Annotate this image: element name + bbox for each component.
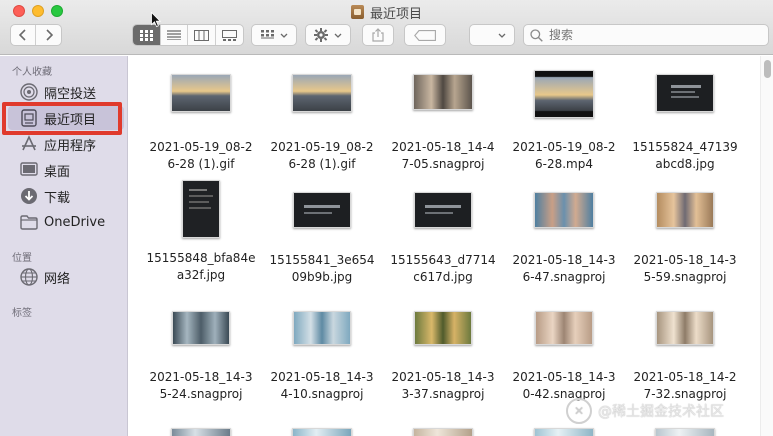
title-bar: 最近项目: [0, 0, 773, 55]
file-item[interactable]: 2021-05-18_14-34-10.snagproj: [267, 311, 377, 403]
file-item[interactable]: 2021-05-18_14-30-42.snagproj: [509, 311, 619, 403]
tag-icon: [414, 29, 436, 41]
search-icon: [530, 28, 543, 42]
gear-icon: [314, 28, 328, 42]
vertical-scrollbar[interactable]: [760, 56, 773, 436]
file-thumbnail: [414, 311, 472, 345]
file-thumbnail: [535, 311, 593, 345]
search-field[interactable]: [523, 24, 769, 46]
chevron-right-icon: [45, 29, 53, 41]
search-input[interactable]: [549, 28, 749, 42]
file-thumbnail: [171, 428, 231, 436]
folder-icon: [20, 213, 38, 231]
sidebar-item-onedrive[interactable]: OneDrive: [8, 210, 124, 234]
file-item[interactable]: 15155841_3e65409b9b.jpg: [267, 192, 377, 286]
file-thumbnail: [656, 192, 714, 228]
view-mode-selector: [132, 24, 244, 46]
file-thumbnail: [413, 74, 473, 110]
file-item[interactable]: 2021-05-19_08-26-28 (1).gif: [267, 74, 377, 173]
file-item[interactable]: 15155824_47139abcd8.jpg: [630, 74, 740, 173]
sidebar-item-downloads[interactable]: 下载: [8, 184, 124, 208]
file-thumbnail: [171, 74, 231, 112]
forward-button[interactable]: [36, 25, 61, 45]
file-thumbnail: [293, 192, 351, 228]
edit-tags-button[interactable]: [404, 24, 446, 46]
file-icon-grid: 2021-05-19_08-26-28 (1).gif 2021-05-19_0…: [129, 56, 759, 436]
file-item[interactable]: 15155848_bfa84ea32f.jpg: [146, 180, 256, 284]
sidebar-section-favorites: 个人收藏: [12, 67, 52, 78]
file-item[interactable]: 15155643_d7714c617d.jpg: [388, 192, 498, 286]
file-item[interactable]: 2021-05-18_14-27-32.snagproj: [630, 311, 740, 403]
downloads-icon: [20, 187, 38, 205]
chevron-down-icon: [280, 33, 287, 38]
desktop-icon: [20, 161, 38, 179]
file-thumbnail: [182, 180, 220, 238]
finder-window: 最近项目 搜索 个人收藏 隔空投送 最近项目 应用程序 桌面 下载 OneDri…: [0, 0, 773, 436]
back-button[interactable]: [11, 25, 37, 45]
applications-icon: [20, 135, 38, 153]
chevron-left-icon: [19, 29, 26, 41]
file-thumbnail: [414, 192, 472, 228]
file-item[interactable]: 2021-05-19_08-26-28.mp4: [509, 70, 619, 173]
sidebar-item-desktop[interactable]: 桌面: [8, 158, 124, 182]
file-thumbnail: [172, 311, 230, 345]
list-view-button[interactable]: [161, 25, 188, 45]
path-dropdown-button[interactable]: [469, 24, 515, 46]
icon-view-button[interactable]: [133, 25, 161, 45]
scrollbar-thumb[interactable]: [764, 60, 771, 78]
network-icon: [20, 268, 38, 286]
watermark: ✕ @稀土掘金技术社区: [566, 398, 724, 424]
share-button[interactable]: [362, 24, 394, 46]
file-thumbnail: [293, 311, 351, 345]
file-thumbnail: [656, 311, 714, 345]
action-menu-button[interactable]: [305, 24, 351, 46]
group-by-button[interactable]: [251, 24, 297, 46]
file-thumbnail: [655, 428, 715, 436]
gallery-icon: [221, 29, 237, 41]
annotation-highlight-box: [2, 102, 122, 135]
sidebar-section-tags: 标签: [12, 308, 32, 319]
sidebar-item-airdrop[interactable]: 隔空投送: [8, 80, 124, 104]
file-thumbnail: [656, 74, 714, 112]
sidebar-item-applications[interactable]: 应用程序: [8, 132, 124, 156]
sidebar-item-network[interactable]: 网络: [8, 265, 124, 289]
list-icon: [166, 30, 181, 40]
grid-icon: [139, 29, 153, 41]
mouse-cursor-icon: [151, 12, 161, 28]
window-title: 最近项目: [0, 3, 773, 22]
file-thumbnail: [534, 192, 594, 228]
navigation-buttons: [10, 24, 62, 46]
file-thumbnail: [292, 428, 352, 436]
grid-icon: [260, 30, 274, 39]
recents-folder-icon: [350, 5, 364, 19]
file-item[interactable]: 2021-05-18_14-33-37.snagproj: [388, 311, 498, 403]
file-item[interactable]: 2021-05-19_08-26-28 (1).gif: [146, 74, 256, 173]
airdrop-icon: [20, 83, 38, 101]
file-item[interactable]: 2021-05-18_14-36-47.snagproj: [509, 192, 619, 286]
chevron-down-icon: [498, 33, 506, 38]
sidebar-section-locations: 位置: [12, 253, 32, 264]
file-thumbnail: [292, 74, 352, 112]
chevron-down-icon: [334, 33, 342, 38]
file-thumbnail: [534, 428, 594, 436]
file-item[interactable]: 2021-05-18_14-35-24.snagproj: [146, 311, 256, 403]
file-thumbnail: [534, 70, 594, 118]
columns-icon: [193, 29, 209, 41]
file-thumbnail: [413, 428, 473, 436]
juejin-logo-icon: ✕: [566, 398, 592, 424]
file-item[interactable]: 2021-05-18_14-47-05.snagproj: [388, 74, 498, 173]
column-view-button[interactable]: [188, 25, 216, 45]
share-icon: [372, 28, 384, 42]
file-item[interactable]: 2021-05-18_14-35-59.snagproj: [630, 192, 740, 286]
gallery-view-button[interactable]: [216, 25, 243, 45]
